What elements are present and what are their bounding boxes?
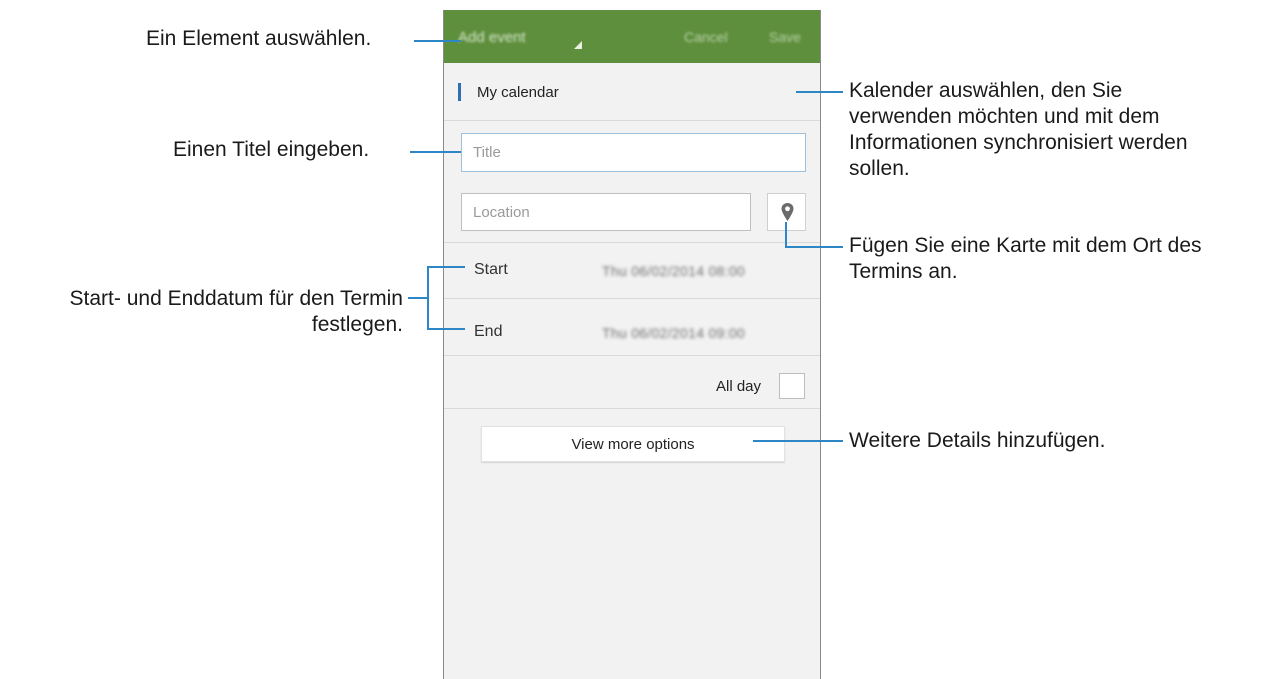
annotation-line: Kalender auswählen, den Sie	[849, 79, 1123, 102]
save-button[interactable]: Save	[769, 29, 801, 45]
divider	[444, 355, 820, 356]
annotation-more-details: Weitere Details hinzufügen.	[849, 429, 1106, 452]
action-bar: Add event Cancel Save	[444, 10, 820, 63]
annotation-line: Informationen synchronisiert werden	[849, 131, 1188, 154]
annotation-enter-title: Einen Titel eingeben.	[173, 138, 370, 161]
map-pin-icon	[781, 203, 794, 221]
callout-line	[408, 297, 428, 299]
calendar-color-marker	[458, 83, 461, 101]
callout-line	[427, 266, 429, 329]
annotation-line: sollen.	[849, 157, 910, 180]
annotation-line: verwenden möchten und mit dem	[849, 105, 1160, 128]
calendar-selector[interactable]: My calendar	[444, 63, 820, 121]
end-datetime[interactable]: Thu 06/02/2014 09:00	[602, 325, 745, 341]
cancel-button[interactable]: Cancel	[684, 29, 728, 45]
annotation-select-calendar: Kalender auswählen, den Sie verwenden mö…	[849, 78, 1188, 182]
annotation-line: Fügen Sie eine Karte mit dem Ort des	[849, 234, 1202, 257]
annotation-set-dates: Start- und Enddatum für den Termin festl…	[0, 286, 403, 338]
all-day-checkbox[interactable]	[779, 373, 805, 399]
dropdown-caret-icon[interactable]	[574, 41, 582, 49]
location-input[interactable]: Location	[461, 193, 751, 231]
callout-line	[796, 91, 843, 93]
annotation-line: Start- und Enddatum für den Termin	[69, 287, 403, 310]
title-input[interactable]: Title	[461, 133, 806, 172]
event-type-selector[interactable]: Add event	[458, 29, 526, 46]
callout-line	[410, 151, 461, 153]
callout-line	[427, 328, 465, 330]
annotation-line: festlegen.	[311, 313, 403, 336]
divider	[444, 242, 820, 243]
callout-line	[427, 266, 465, 268]
callout-line	[785, 246, 843, 248]
view-more-options-button[interactable]: View more options	[481, 426, 785, 462]
start-label: Start	[474, 261, 508, 278]
callout-line	[414, 40, 461, 42]
start-datetime[interactable]: Thu 06/02/2014 08:00	[602, 263, 745, 279]
annotation-select-item: Ein Element auswählen.	[146, 27, 372, 50]
annotation-add-map: Fügen Sie eine Karte mit dem Ort des Ter…	[849, 233, 1202, 285]
callout-line	[753, 440, 843, 442]
annotation-line: Termins an.	[849, 260, 958, 283]
title-placeholder: Title	[473, 144, 501, 161]
divider	[444, 298, 820, 299]
all-day-label: All day	[716, 378, 762, 395]
end-label: End	[474, 323, 503, 340]
calendar-name: My calendar	[477, 84, 559, 101]
view-more-options-label: View more options	[571, 435, 695, 453]
callout-line	[785, 222, 787, 247]
phone-screen: Add event Cancel Save My calendar Title …	[443, 10, 821, 679]
divider	[444, 408, 820, 409]
location-placeholder: Location	[473, 203, 530, 221]
